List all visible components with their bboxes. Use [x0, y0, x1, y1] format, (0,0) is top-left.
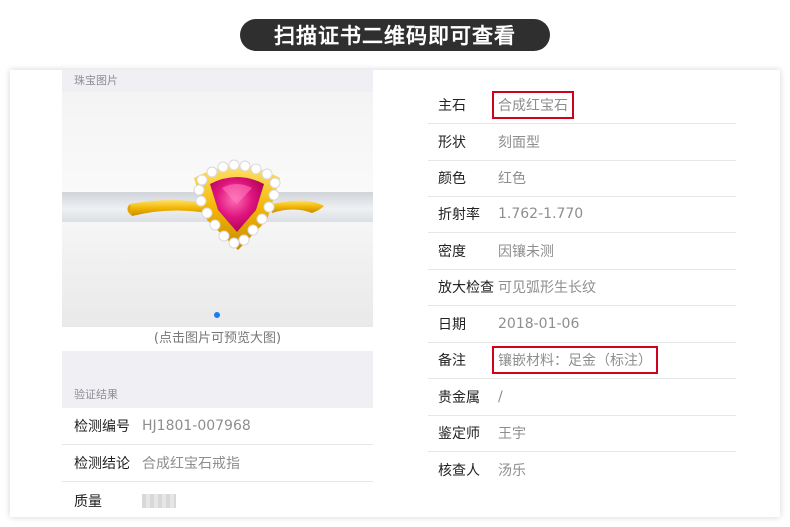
- section-divider: [62, 351, 373, 378]
- row-label: 核查人: [438, 462, 480, 479]
- right-row-precious-metal: 贵金属 /: [428, 379, 736, 416]
- row-value: 合成红宝石戒指: [142, 456, 240, 472]
- photo-caption[interactable]: (点击图片可预览大图): [62, 327, 373, 351]
- row-label: 检测编号: [74, 419, 130, 435]
- row-label: 贵金属: [438, 390, 480, 406]
- right-row-remarks: 备注 镶嵌材料：足金（标注）: [428, 342, 736, 379]
- row-label: 密度: [438, 244, 466, 260]
- left-row-test-number: 检测编号 HJ1801-007968: [62, 408, 373, 445]
- row-value: 汤乐: [498, 462, 526, 479]
- right-row-magnification: 放大检查 可见弧形生长纹: [428, 269, 736, 306]
- right-row-color: 颜色 红色: [428, 160, 736, 197]
- right-row-reviewer: 核查人 汤乐: [428, 451, 736, 488]
- row-label: 颜色: [438, 171, 466, 187]
- right-row-main-stone: 主石 合成红宝石: [428, 87, 736, 124]
- highlighted-value: 合成红宝石: [492, 91, 574, 119]
- photo-section-header: 珠宝图片: [62, 70, 373, 92]
- row-value: HJ1801-007968: [142, 418, 251, 434]
- right-row-shape: 形状 刻面型: [428, 124, 736, 161]
- row-value: 2018-01-06: [498, 316, 580, 332]
- right-row-appraiser: 鉴定师 王宇: [428, 415, 736, 452]
- row-label: 质量: [74, 493, 102, 510]
- row-label: 放大检查: [438, 280, 494, 296]
- row-label: 检测结论: [74, 456, 130, 472]
- row-label: 日期: [438, 317, 466, 333]
- jewelry-photo[interactable]: [62, 92, 373, 327]
- row-value: 刻面型: [498, 135, 540, 151]
- banner-title: 扫描证书二维码即可查看: [240, 19, 550, 51]
- row-value: /: [498, 389, 503, 405]
- left-row-mass: 质量: [62, 482, 373, 519]
- row-value: 王宇: [498, 426, 526, 442]
- row-label: 备注: [438, 353, 466, 369]
- row-label: 鉴定师: [438, 426, 480, 442]
- blurred-value: [142, 493, 176, 508]
- right-row-date: 日期 2018-01-06: [428, 306, 736, 343]
- carousel-dot[interactable]: [214, 312, 220, 318]
- left-row-conclusion: 检测结论 合成红宝石戒指: [62, 445, 373, 482]
- right-row-refractive-index: 折射率 1.762-1.770: [428, 196, 736, 233]
- row-value: 因镶未测: [498, 244, 554, 260]
- row-value: 红色: [498, 171, 526, 187]
- row-label: 折射率: [438, 207, 480, 223]
- right-row-density: 密度 因镶未测: [428, 233, 736, 270]
- row-value: 1.762-1.770: [498, 206, 584, 222]
- verify-section-header: 验证结果: [62, 378, 373, 408]
- ring-icon: [127, 159, 324, 250]
- row-label: 形状: [438, 135, 466, 151]
- row-value: 可见弧形生长纹: [498, 280, 596, 296]
- row-label: 主石: [438, 98, 466, 114]
- highlighted-value: 镶嵌材料：足金（标注）: [492, 346, 658, 374]
